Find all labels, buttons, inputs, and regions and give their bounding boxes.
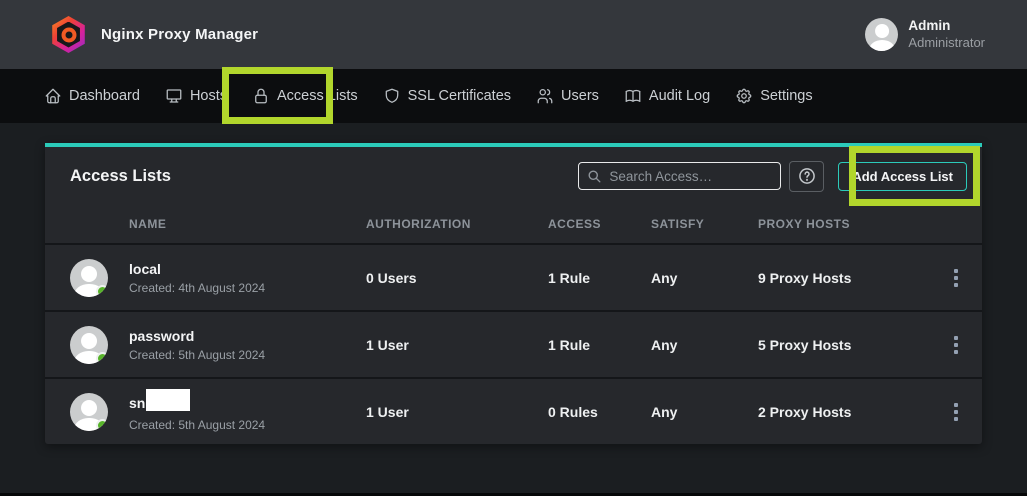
column-header-satisfy: SATISFY — [651, 217, 758, 231]
nav-item-settings[interactable]: Settings — [735, 87, 812, 105]
satisfy-value: Any — [651, 337, 758, 353]
satisfy-value: Any — [651, 270, 758, 286]
add-access-list-button[interactable]: Add Access List — [838, 162, 967, 191]
lock-icon — [252, 87, 270, 105]
logo-ring — [61, 27, 76, 42]
gear-icon — [735, 87, 753, 105]
created-date: Created: 5th August 2024 — [129, 348, 366, 362]
nav-item-audit-log[interactable]: Audit Log — [624, 87, 710, 105]
access-lists-panel: Access Lists Add Access List NAME AUTHOR… — [45, 143, 982, 444]
column-header-access: ACCESS — [548, 217, 651, 231]
shield-icon — [383, 87, 401, 105]
nav-item-users[interactable]: Users — [536, 87, 599, 105]
table-header: NAME AUTHORIZATION ACCESS SATISFY PROXY … — [45, 205, 982, 243]
top-bar: Nginx Proxy Manager Admin Administrator — [0, 0, 1027, 69]
nav-item-ssl-certificates[interactable]: SSL Certificates — [383, 87, 511, 105]
avatar — [70, 259, 108, 297]
status-dot — [96, 285, 108, 297]
book-icon — [624, 87, 642, 105]
avatar-person-icon — [875, 24, 889, 38]
nav-label: Settings — [760, 88, 812, 104]
nav-label: Dashboard — [69, 88, 140, 104]
table-row[interactable]: password Created: 5th August 2024 1 User… — [45, 310, 982, 377]
user-avatar — [865, 18, 898, 51]
user-name: Admin — [908, 18, 985, 35]
access-list-name: password — [129, 328, 194, 344]
created-date: Created: 4th August 2024 — [129, 281, 366, 295]
access-value: 0 Rules — [548, 404, 651, 420]
status-dot — [96, 419, 108, 431]
page-title: Access Lists — [70, 167, 171, 186]
nav-label: Access Lists — [277, 88, 358, 104]
access-value: 1 Rule — [548, 270, 651, 286]
authorization-value: 1 User — [366, 404, 548, 420]
avatar — [70, 326, 108, 364]
status-dot — [96, 352, 108, 364]
home-icon — [44, 87, 62, 105]
proxy-hosts-value: 9 Proxy Hosts — [758, 270, 948, 286]
satisfy-value: Any — [651, 404, 758, 420]
access-list-name: local — [129, 261, 161, 277]
main-nav: Dashboard Hosts Access Lists SSL Certifi… — [0, 69, 1027, 123]
search-input[interactable] — [609, 169, 772, 184]
proxy-hosts-value: 2 Proxy Hosts — [758, 404, 948, 420]
nav-item-hosts[interactable]: Hosts — [165, 87, 227, 105]
row-menu-kebab-icon[interactable] — [948, 332, 964, 358]
redaction-box — [146, 389, 190, 411]
nav-item-access-lists[interactable]: Access Lists — [252, 87, 358, 105]
row-menu-kebab-icon[interactable] — [948, 399, 964, 425]
content-area: Access Lists Add Access List NAME AUTHOR… — [0, 123, 1027, 444]
nav-label: Users — [561, 88, 599, 104]
created-date: Created: 5th August 2024 — [129, 418, 366, 432]
app-logo-icon — [50, 16, 87, 53]
user-menu[interactable]: Admin Administrator — [865, 18, 985, 51]
authorization-value: 0 Users — [366, 270, 548, 286]
avatar — [70, 393, 108, 431]
search-box[interactable] — [578, 162, 781, 190]
app-title: Nginx Proxy Manager — [101, 26, 258, 43]
nav-label: Audit Log — [649, 88, 710, 104]
authorization-value: 1 User — [366, 337, 548, 353]
access-list-name: sn — [129, 395, 145, 411]
column-header-authorization: AUTHORIZATION — [366, 217, 548, 231]
column-header-name: NAME — [129, 217, 366, 231]
monitor-icon — [165, 87, 183, 105]
column-header-proxy-hosts: PROXY HOSTS — [758, 217, 948, 231]
help-icon — [797, 166, 817, 186]
help-button[interactable] — [789, 161, 824, 192]
nav-item-dashboard[interactable]: Dashboard — [44, 87, 140, 105]
row-menu-kebab-icon[interactable] — [948, 265, 964, 291]
users-icon — [536, 87, 554, 105]
access-value: 1 Rule — [548, 337, 651, 353]
user-role: Administrator — [908, 35, 985, 51]
nav-label: Hosts — [190, 88, 227, 104]
table-row[interactable]: local Created: 4th August 2024 0 Users 1… — [45, 243, 982, 310]
search-icon — [587, 169, 602, 184]
nav-label: SSL Certificates — [408, 88, 511, 104]
proxy-hosts-value: 5 Proxy Hosts — [758, 337, 948, 353]
table-row[interactable]: sn Created: 5th August 2024 1 User 0 Rul… — [45, 377, 982, 444]
